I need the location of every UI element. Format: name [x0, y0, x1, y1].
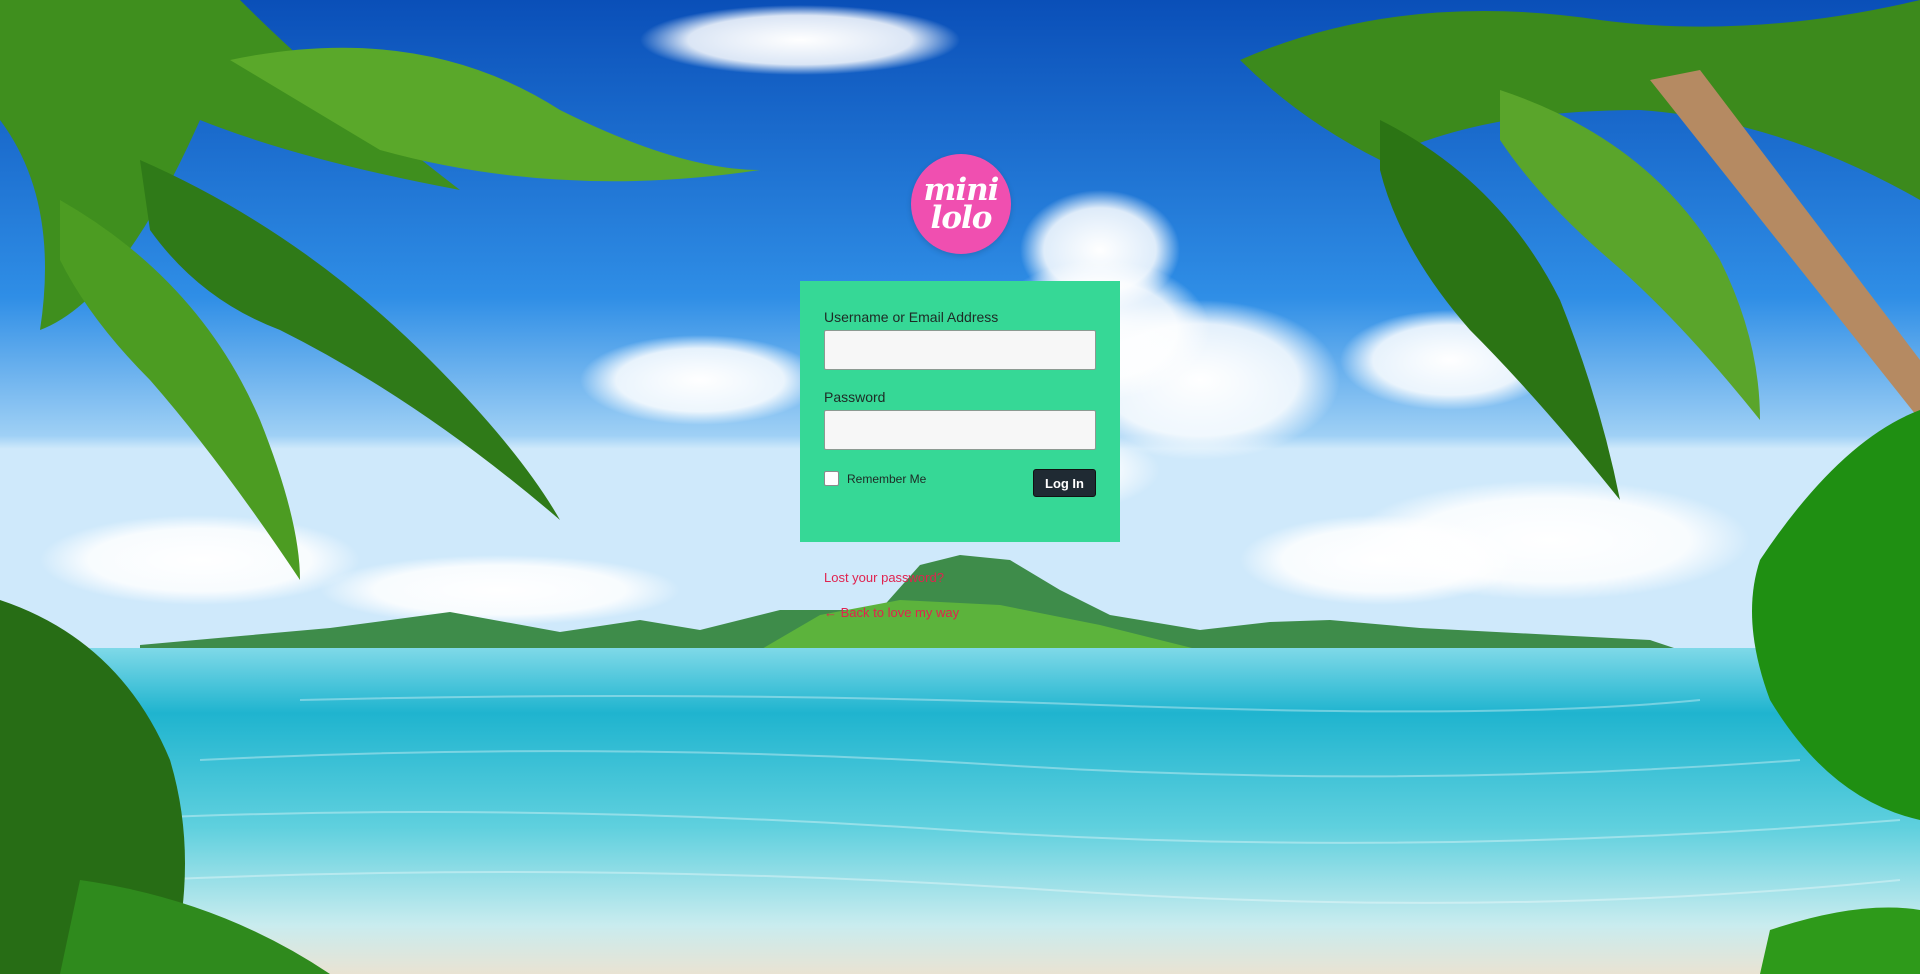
login-button[interactable]: Log In — [1033, 469, 1096, 497]
remember-me-group: Remember Me — [824, 471, 926, 486]
logo-text-line2: lolo — [930, 200, 993, 236]
remember-me-checkbox[interactable] — [824, 471, 839, 486]
remember-me-label[interactable]: Remember Me — [847, 472, 926, 486]
lost-password-link[interactable]: Lost your password? — [824, 569, 959, 587]
username-input[interactable] — [824, 330, 1096, 370]
username-label: Username or Email Address — [824, 309, 999, 325]
password-label: Password — [824, 389, 886, 405]
form-footer-row: Remember Me Log In — [824, 467, 1096, 497]
site-logo[interactable]: mini lolo — [911, 154, 1011, 254]
password-input[interactable] — [824, 410, 1096, 450]
login-form: Username or Email Address Password Remem… — [800, 281, 1120, 542]
back-to-site-link[interactable]: ← Back to love my way — [824, 604, 959, 622]
login-links: Lost your password? ← Back to love my wa… — [824, 569, 959, 639]
